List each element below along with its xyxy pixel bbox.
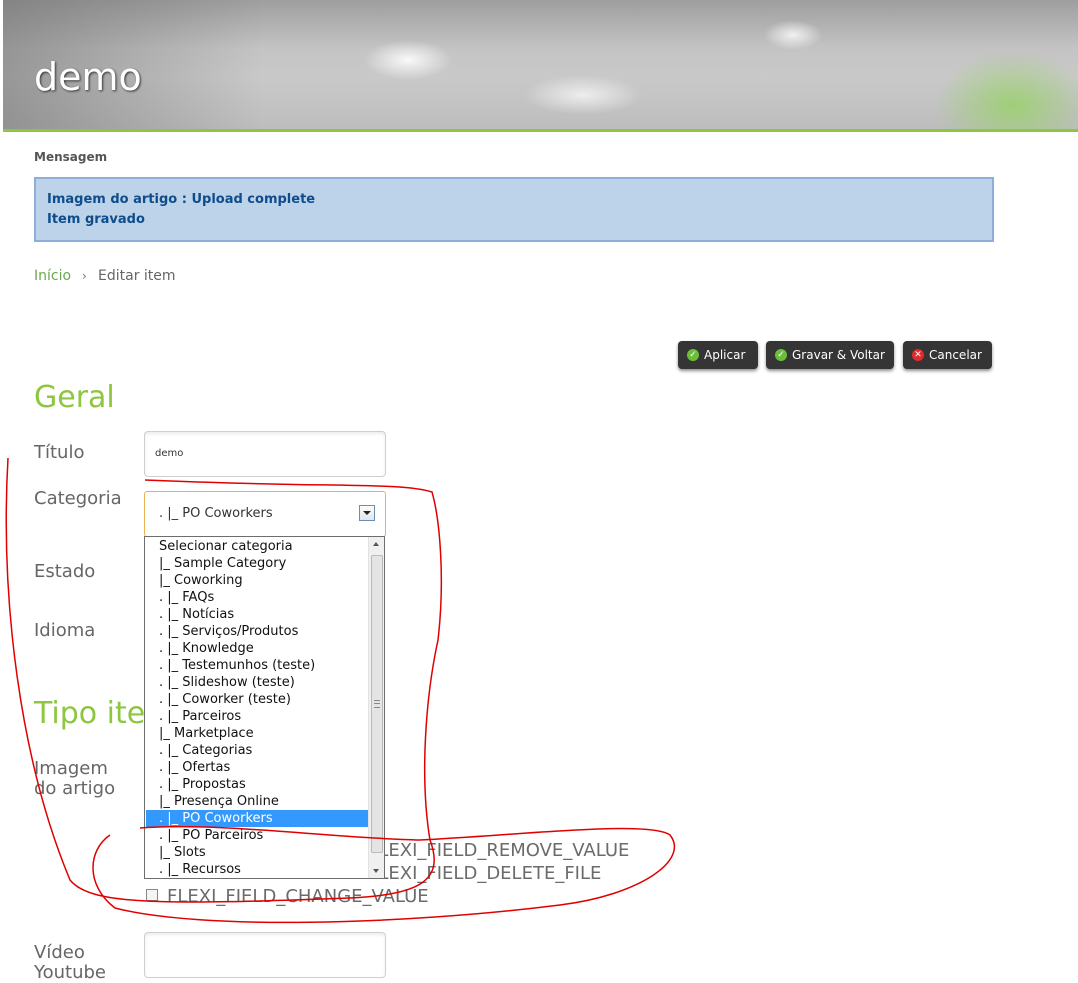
title-input[interactable]: demo — [144, 431, 386, 477]
message-heading: Mensagem — [34, 150, 108, 164]
check-circle-icon: ✓ — [687, 349, 699, 361]
dropdown-option[interactable]: . |_ Slideshow (teste) — [146, 674, 368, 691]
cancel-button[interactable]: ✕ Cancelar — [903, 341, 992, 369]
cancel-label: Cancelar — [929, 348, 982, 362]
dropdown-option[interactable]: . |_ Knowledge — [146, 640, 368, 657]
dropdown-option[interactable]: . |_ Categorias — [146, 742, 368, 759]
chevron-down-icon[interactable] — [359, 505, 375, 521]
section-title-general: Geral — [34, 380, 115, 415]
save-and-back-label: Gravar & Voltar — [792, 348, 885, 362]
dropdown-option[interactable]: |_ Slots — [146, 844, 368, 861]
video-label-line2: Youtube — [34, 962, 106, 983]
scrollbar-thumb[interactable] — [371, 555, 383, 853]
dropdown-option[interactable]: |_ Presença Online — [146, 793, 368, 810]
change-value-checkbox[interactable] — [146, 889, 158, 901]
dropdown-option[interactable]: . |_ PO Parceiros — [146, 827, 368, 844]
change-value-option[interactable]: FLEXI_FIELD_CHANGE_VALUE — [167, 886, 429, 907]
dropdown-option[interactable]: . |_ PO Coworkers — [146, 810, 368, 827]
header-banner — [3, 0, 1078, 132]
dropdown-option[interactable]: . |_ Coworker (teste) — [146, 691, 368, 708]
dropdown-option[interactable]: . |_ FAQs — [146, 589, 368, 606]
dropdown-option[interactable]: . |_ Parceiros — [146, 708, 368, 725]
site-title: demo — [34, 55, 142, 99]
breadcrumb-current: Editar item — [98, 268, 176, 284]
apply-button[interactable]: ✓ Aplicar — [678, 341, 758, 369]
category-select-value: . |_ PO Coworkers — [159, 506, 273, 521]
category-label: Categoria — [34, 488, 122, 509]
save-and-back-button[interactable]: ✓ Gravar & Voltar — [766, 341, 894, 369]
state-label: Estado — [34, 561, 96, 582]
dropdown-option[interactable]: . |_ Serviços/Produtos — [146, 623, 368, 640]
image-label-line2: do artigo — [34, 778, 116, 799]
category-select[interactable]: . |_ PO Coworkers — [144, 491, 386, 537]
title-input-value: demo — [155, 448, 184, 459]
dropdown-option[interactable]: . |_ Ofertas — [146, 759, 368, 776]
scroll-up-arrow-icon[interactable] — [369, 537, 384, 552]
video-label: Vídeo Youtube — [34, 943, 106, 983]
scroll-down-arrow-icon[interactable] — [369, 863, 384, 878]
dropdown-scrollbar[interactable] — [368, 537, 384, 878]
apply-label: Aplicar — [704, 348, 746, 362]
message-line: Imagem do artigo : Upload complete — [47, 192, 316, 207]
delete-file-option[interactable]: FLEXI_FIELD_DELETE_FILE — [368, 863, 601, 884]
image-label: Imagem do artigo — [34, 759, 115, 799]
dropdown-option[interactable]: . |_ Recursos — [146, 861, 368, 878]
image-label-line1: Imagem — [34, 758, 108, 779]
breadcrumb-home-link[interactable]: Início — [34, 268, 71, 284]
dropdown-option[interactable]: |_ Coworking — [146, 572, 368, 589]
language-label: Idioma — [34, 620, 96, 641]
section-title-item-type: Tipo ite — [34, 696, 146, 731]
remove-value-option[interactable]: FLEXI_FIELD_REMOVE_VALUE — [368, 840, 629, 861]
message-line: Item gravado — [47, 212, 145, 227]
dropdown-option[interactable]: . |_ Notícias — [146, 606, 368, 623]
video-youtube-input[interactable] — [144, 932, 386, 978]
dropdown-option[interactable]: Selecionar categoria — [146, 538, 368, 555]
category-dropdown-list[interactable]: Selecionar categoria |_ Sample Category |_… — [144, 536, 385, 879]
dropdown-option[interactable]: |_ Sample Category — [146, 555, 368, 572]
check-circle-icon: ✓ — [775, 349, 787, 361]
message-box: Imagem do artigo : Upload complete Item … — [34, 177, 994, 242]
x-circle-icon: ✕ — [912, 349, 924, 361]
video-label-line1: Vídeo — [34, 942, 85, 963]
breadcrumb-separator: › — [82, 269, 87, 283]
dropdown-option[interactable]: . |_ Propostas — [146, 776, 368, 793]
dropdown-option[interactable]: |_ Marketplace — [146, 725, 368, 742]
title-label: Título — [34, 442, 85, 463]
dropdown-option[interactable]: . |_ Testemunhos (teste) — [146, 657, 368, 674]
